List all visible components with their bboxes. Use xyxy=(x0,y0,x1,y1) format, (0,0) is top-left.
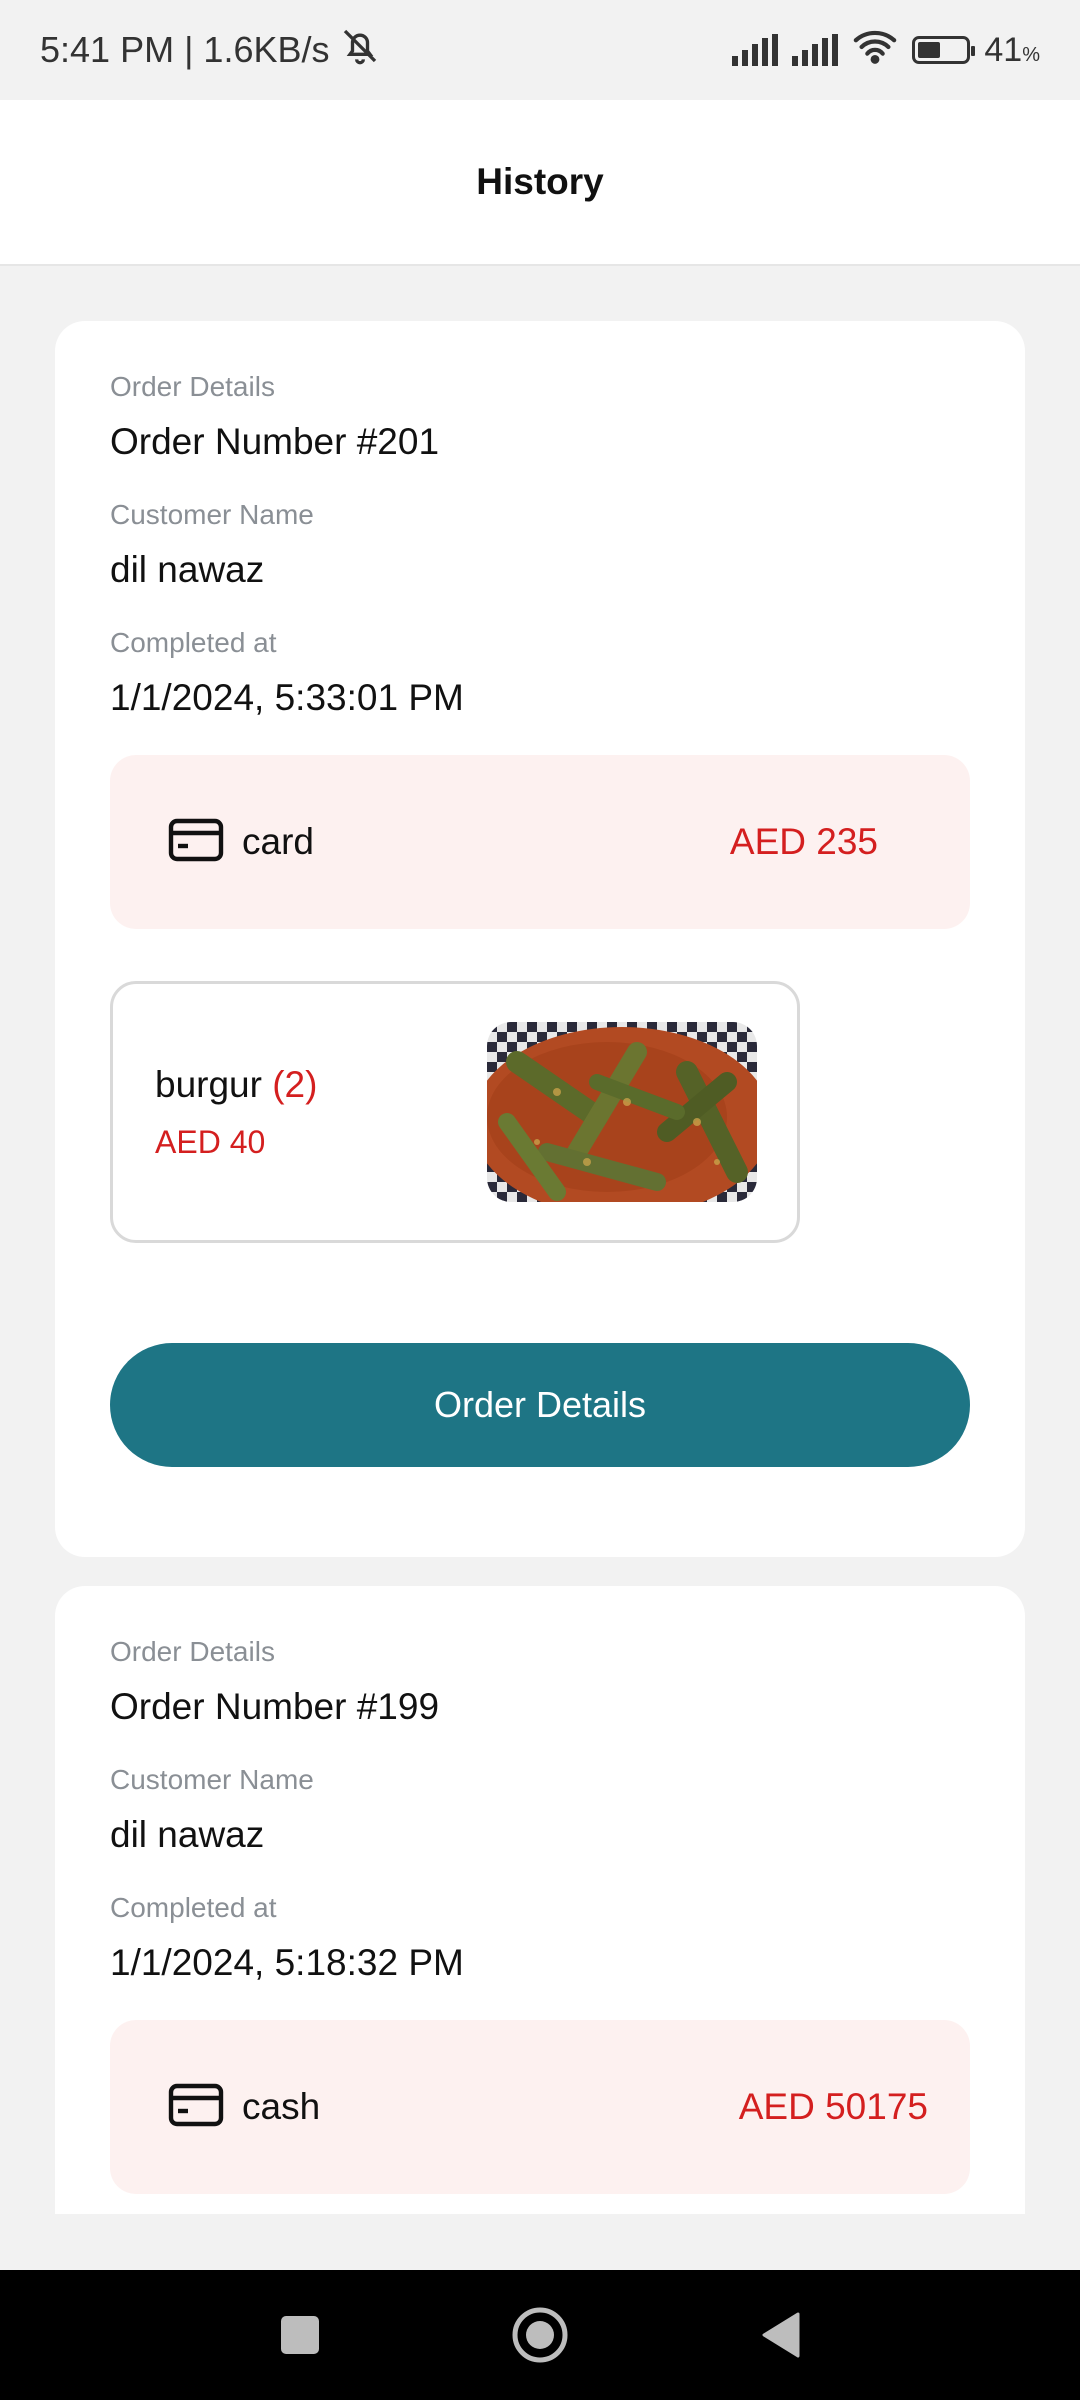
bell-off-icon xyxy=(340,26,380,75)
payment-summary: cash AED 50175 xyxy=(110,2020,970,2194)
history-list[interactable]: Order Details Order Number #201 Customer… xyxy=(0,268,1080,2214)
order-card: Order Details Order Number #199 Customer… xyxy=(55,1586,1025,2214)
order-number: Order Number #201 xyxy=(110,421,440,462)
status-time-speed: 5:41 PM | 1.6KB/s xyxy=(40,29,330,70)
battery-unit: % xyxy=(1022,43,1040,66)
completed-at: 1/1/2024, 5:33:01 PM xyxy=(110,677,464,718)
payment-method: card xyxy=(242,821,314,862)
item-info: burgur (2) AED 40 xyxy=(155,1064,317,1161)
app-header: History xyxy=(0,100,1080,266)
signal-icon xyxy=(792,34,839,66)
item-price: AED 40 xyxy=(155,1123,266,1160)
battery-value: 41 xyxy=(984,30,1023,69)
status-left: 5:41 PM | 1.6KB/s xyxy=(40,26,380,75)
order-details-label: Order Details xyxy=(110,371,275,402)
order-details-button[interactable]: Order Details xyxy=(110,1343,970,1467)
completed-at-label: Completed at xyxy=(110,1892,277,1923)
customer-name-label: Customer Name xyxy=(110,1764,314,1795)
payment-summary: card AED 235 xyxy=(110,755,970,929)
order-total: AED 235 xyxy=(729,821,878,862)
wifi-icon xyxy=(852,28,898,73)
item-name: burgur xyxy=(155,1063,262,1105)
battery-percentage: 41% xyxy=(984,31,1040,70)
credit-card-icon xyxy=(168,818,224,867)
item-image xyxy=(487,1022,757,1202)
order-number: Order Number #199 xyxy=(110,1686,440,1727)
completed-at-label: Completed at xyxy=(110,627,277,658)
page-title: History xyxy=(476,161,604,202)
completed-at: 1/1/2024, 5:18:32 PM xyxy=(110,1942,464,1983)
home-circle-icon[interactable] xyxy=(505,2300,575,2370)
status-right: 41% xyxy=(732,28,1040,73)
item-name-row: burgur (2) xyxy=(155,1064,317,1106)
customer-name-label: Customer Name xyxy=(110,499,314,530)
payment-method: cash xyxy=(242,2086,321,2127)
recents-square-icon[interactable] xyxy=(265,2300,335,2370)
system-nav-bar xyxy=(0,2270,1080,2400)
status-bar: 5:41 PM | 1.6KB/s 41% xyxy=(0,0,1080,100)
order-item: burgur (2) AED 40 xyxy=(110,981,800,1243)
battery-icon xyxy=(912,36,976,64)
payment-method-group: cash xyxy=(168,2083,320,2132)
order-details-label: Order Details xyxy=(110,1636,275,1667)
back-triangle-icon[interactable] xyxy=(745,2300,815,2370)
customer-name: dil nawaz xyxy=(110,549,265,590)
customer-name: dil nawaz xyxy=(110,1814,265,1855)
signal-icon xyxy=(732,34,779,66)
payment-method-group: card xyxy=(168,818,314,867)
credit-card-icon xyxy=(168,2083,224,2132)
item-quantity: (2) xyxy=(272,1063,318,1105)
order-total: AED 50175 xyxy=(738,2086,928,2127)
order-card: Order Details Order Number #201 Customer… xyxy=(55,321,1025,1557)
